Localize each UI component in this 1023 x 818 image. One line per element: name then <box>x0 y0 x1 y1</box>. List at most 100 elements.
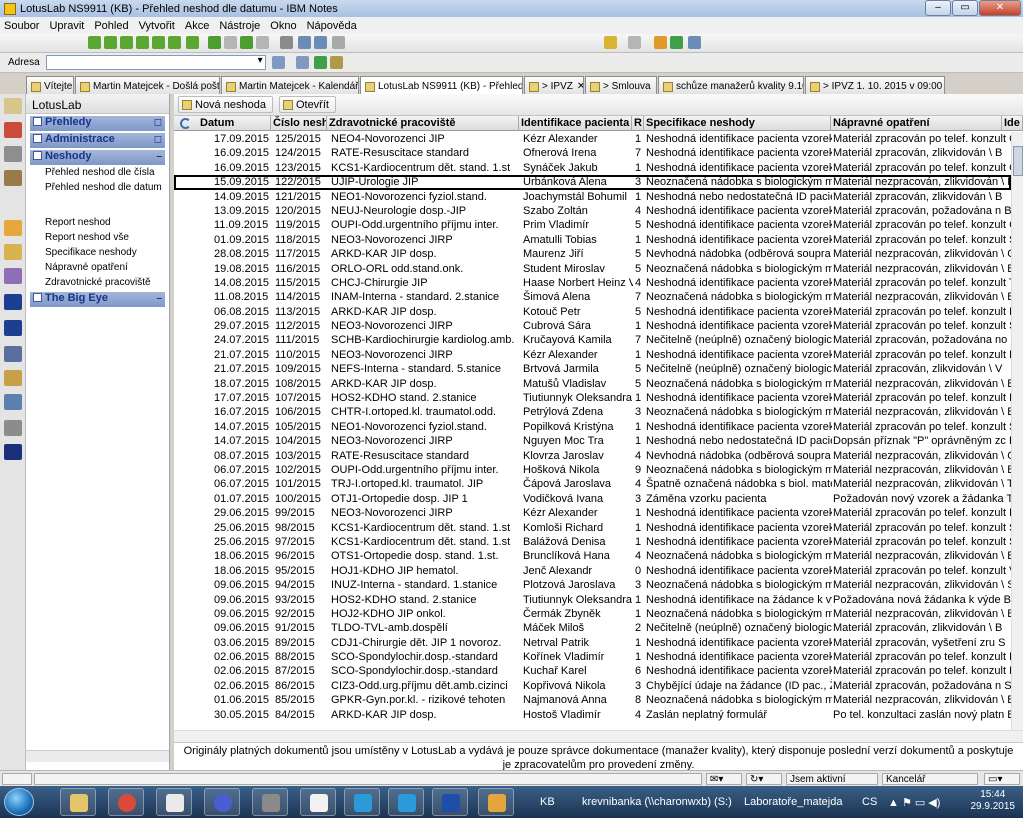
table-row[interactable]: 06.07.2015 102/2015 OUPI-Odd.urgentního př… <box>174 463 1011 477</box>
table-row[interactable]: 06.08.2015 113/2015 ARKD-KAR JIP dosp. Koto… <box>174 305 1011 319</box>
table-row[interactable]: 02.06.2015 88/2015 SCO-Spondylochir.dosp.-… <box>174 650 1011 664</box>
smiley-icon[interactable] <box>4 444 22 460</box>
database-icon[interactable] <box>4 394 22 410</box>
taskbar-app-4[interactable] <box>204 788 240 816</box>
arrow-down-icon[interactable] <box>120 36 133 49</box>
toggle-icon[interactable]: ◻ <box>154 134 162 145</box>
maximize-button[interactable]: ▭ <box>952 0 978 16</box>
scroll-thumb[interactable] <box>1013 146 1023 176</box>
table-row[interactable]: 30.05.2015 84/2015 ARKD-KAR JIP dosp. Hosto… <box>174 708 1011 722</box>
table-row[interactable]: 16.09.2015 123/2015 KCS1-Kardiocentrum dět… <box>174 161 1011 175</box>
menu-soubor[interactable]: Soubor <box>4 20 39 32</box>
taskbar-app-7[interactable] <box>344 788 380 816</box>
nav-section-prehledy[interactable]: Přehledy ◻ <box>30 116 165 131</box>
table-row[interactable]: 14.08.2015 115/2015 CHCJ-Chirurgie JIP Haas… <box>174 276 1011 290</box>
search-go-icon[interactable] <box>296 56 309 69</box>
table-row[interactable]: 16.07.2015 106/2015 CHTR-I.ortoped.kl. tra… <box>174 405 1011 419</box>
mail-icon[interactable] <box>4 98 22 114</box>
minimize-button[interactable]: – <box>925 0 951 16</box>
system-clock[interactable]: 15:44 29.9.2015 <box>971 789 1016 813</box>
nav-item-specifikace[interactable]: Specifikace neshody <box>26 245 169 260</box>
table-row[interactable]: 29.06.2015 99/2015 NEO3-Novorozenci JIRP Ké… <box>174 506 1011 520</box>
taskbar-workspace[interactable]: Laboratoře_matejda <box>744 796 842 808</box>
search-web-icon[interactable] <box>688 36 701 49</box>
minus-icon[interactable] <box>224 36 237 49</box>
nav-section-neshody[interactable]: Neshody – <box>30 150 165 165</box>
globe-icon[interactable] <box>4 346 22 362</box>
status-replication-icon[interactable]: ↻▾ <box>746 773 782 785</box>
lotuslab-app-alt-icon[interactable] <box>4 320 22 336</box>
nav-item-prehled-cisla[interactable]: Přehled neshod dle čísla <box>26 165 169 180</box>
back-icon[interactable] <box>604 36 617 49</box>
table-row[interactable]: 09.06.2015 91/2015 TLDO-TVL-amb.dospělí Máč… <box>174 621 1011 635</box>
table-row[interactable]: 18.07.2015 108/2015 ARKD-KAR JIP dosp. Matu… <box>174 377 1011 391</box>
print-icon[interactable] <box>280 36 293 49</box>
table-row[interactable]: 28.08.2015 117/2015 ARKD-KAR JIP dosp. Maur… <box>174 247 1011 261</box>
table-row[interactable]: 01.06.2015 85/2015 GPKR-Gyn.por.kl. - rizi… <box>174 693 1011 707</box>
bookmark-icon[interactable] <box>330 56 343 69</box>
lotuslab-app-icon[interactable] <box>4 294 22 310</box>
menu-akce[interactable]: Akce <box>185 20 209 32</box>
taskbar-drive[interactable]: krevnibanka (\\charonwxb) (S:) <box>582 796 732 808</box>
unread-icon[interactable] <box>168 36 181 49</box>
presence-status[interactable]: Jsem aktivní <box>786 773 878 785</box>
col-pracoviste[interactable]: Zdravotnické pracoviště <box>327 116 519 131</box>
open-button[interactable]: Otevřít <box>278 96 336 113</box>
nav-section-administrace[interactable]: Administrace ◻ <box>30 133 165 148</box>
arrow-up-alt-icon[interactable] <box>152 36 165 49</box>
nav-item-report-vse[interactable]: Report neshod vše <box>26 230 169 245</box>
table-row[interactable]: 01.09.2015 118/2015 NEO3-Novorozenci JIRP A… <box>174 233 1011 247</box>
arrow-up-icon[interactable] <box>136 36 149 49</box>
tab-ipvz-meeting[interactable]: > IPVZ 1. 10. 2015 v 09:00✕ <box>805 76 945 94</box>
table-row[interactable]: 01.07.2015 100/2015 OTJ1-Ortopedie dosp. J… <box>174 492 1011 506</box>
col-r[interactable]: R <box>632 116 644 131</box>
table-row[interactable]: 17.07.2015 107/2015 HOS2-KDHO stand. 2.sta… <box>174 391 1011 405</box>
col-datum[interactable]: Datum <box>198 116 271 131</box>
col-cislo[interactable]: Číslo neshod <box>271 116 327 131</box>
table-row[interactable]: 11.09.2015 119/2015 OUPI-Odd.urgentního př… <box>174 218 1011 232</box>
menu-nastroje[interactable]: Nástroje <box>219 20 260 32</box>
table-row[interactable]: 09.06.2015 92/2015 HOJ2-KDHO JIP onkol. Čer… <box>174 607 1011 621</box>
start-button[interactable] <box>4 788 34 816</box>
nav-section-bigeye[interactable]: The Big Eye – <box>30 292 165 307</box>
table-row[interactable]: 16.09.2015 124/2015 RATE-Resuscitace stand… <box>174 146 1011 160</box>
status-mail-icon[interactable]: ✉▾ <box>706 773 742 785</box>
address-input[interactable] <box>45 55 266 70</box>
table-row[interactable]: 19.08.2015 116/2015 ORLO-ORL odd.stand.onk… <box>174 262 1011 276</box>
col-specifikace[interactable]: Specifikace neshody <box>644 116 831 131</box>
expand-icon[interactable] <box>104 36 117 49</box>
menu-pohled[interactable]: Pohled <box>94 20 128 32</box>
table-row[interactable]: 24.07.2015 111/2015 SCHB-Kardiochirurgie k… <box>174 333 1011 347</box>
table-row[interactable]: 15.09.2015 122/2015 UJIP-Urologie JIP Urbán… <box>174 175 1011 190</box>
table-row[interactable]: 25.06.2015 97/2015 KCS1-Kardiocentrum dět.… <box>174 535 1011 549</box>
table-row[interactable]: 21.07.2015 109/2015 NEFS-Interna - standar… <box>174 362 1011 376</box>
stop-icon[interactable] <box>654 36 667 49</box>
table-row[interactable]: 18.06.2015 95/2015 HOJ1-KDHO JIP hematol. J… <box>174 564 1011 578</box>
taskbar-lang-kb[interactable]: KB <box>540 796 555 808</box>
tray-icons[interactable]: ▲ ⚑ ▭ ◀) <box>888 796 940 809</box>
tab-kalendar[interactable]: Martin Matejcek - Kalendář <box>221 76 359 94</box>
refresh-icon[interactable] <box>670 36 683 49</box>
taskbar-explorer[interactable] <box>60 788 96 816</box>
table-row[interactable]: 02.06.2015 86/2015 CIZ3-Odd.urg.příjmu dět… <box>174 679 1011 693</box>
table-row[interactable]: 13.09.2015 120/2015 NEUJ-Neurologie dosp.-… <box>174 204 1011 218</box>
tab-close-icon[interactable]: ✕ <box>655 81 656 92</box>
close-button[interactable]: ✕ <box>979 0 1021 16</box>
minus-alt-icon[interactable] <box>256 36 269 49</box>
tab-close-icon[interactable]: ✕ <box>577 81 583 92</box>
table-row[interactable]: 09.06.2015 93/2015 HOS2-KDHO stand. 2.stan… <box>174 593 1011 607</box>
search-icon[interactable] <box>314 36 327 49</box>
col-napravne[interactable]: Nápravné opatření <box>831 116 1002 131</box>
table-row[interactable]: 17.09.2015 125/2015 NEO4-Novorozenci JIP Ké… <box>174 132 1011 146</box>
input-language[interactable]: CS <box>862 796 877 808</box>
col-identifikace[interactable]: Identifikace pacienta <box>519 116 632 131</box>
tab-lotuslab[interactable]: LotusLab NS9911 (KB) - Přehled ...✕ <box>360 76 523 94</box>
collapse-icon[interactable]: – <box>156 151 162 162</box>
table-row[interactable]: 25.06.2015 98/2015 KCS1-Kardiocentrum dět.… <box>174 521 1011 535</box>
location-status[interactable]: Kancelář <box>882 773 978 785</box>
table-row[interactable]: 14.09.2015 121/2015 NEO1-Novorozenci fyzio… <box>174 190 1011 204</box>
new-issue-button[interactable]: Nová neshoda <box>178 96 273 113</box>
taskbar-efa[interactable] <box>432 788 468 816</box>
menu-okno[interactable]: Okno <box>270 20 296 32</box>
view-hscroll[interactable] <box>174 730 1023 742</box>
